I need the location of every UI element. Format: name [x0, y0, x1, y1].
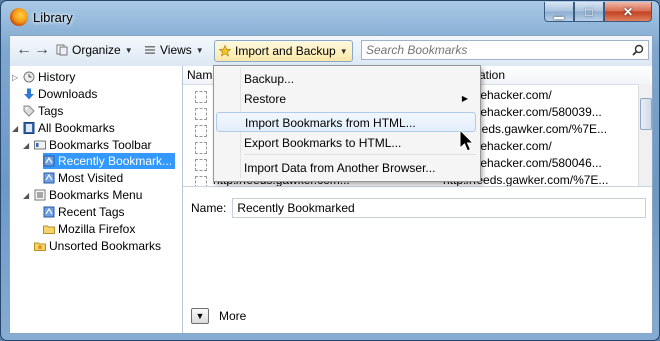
sidebar-item-bookmarks-menu[interactable]: ◢ Bookmarks Menu	[23, 187, 142, 203]
caption-buttons: ▁ □ ✕	[544, 2, 652, 22]
submenu-arrow-icon: ▶	[461, 94, 468, 103]
bookmark-page-icon	[195, 159, 207, 171]
name-field-row: Name:	[191, 198, 647, 218]
menu-item-label: Import Bookmarks from HTML...	[245, 116, 416, 130]
library-toolbar: ← → Organize ▼ Views ▼ Import and Backup…	[9, 35, 653, 67]
sidebar-item-label: Recently Bookmark...	[58, 154, 173, 168]
sidebar-item-most-visited[interactable]: Most Visited	[43, 170, 123, 186]
sidebar-item-label: Bookmarks Toolbar	[49, 138, 152, 152]
sidebar-item-mozilla-firefox[interactable]: Mozilla Firefox	[43, 221, 135, 237]
import-backup-label: Import and Backup	[235, 44, 336, 58]
views-label: Views	[160, 43, 192, 57]
sidebar-item-label: History	[38, 70, 76, 84]
star-icon	[219, 45, 231, 57]
smart-folder-icon	[43, 172, 55, 184]
import-backup-menu: Backup... Restore ▶ Import Bookmarks fro…	[213, 65, 481, 182]
menu-item-label: Restore	[244, 92, 287, 106]
forward-button[interactable]: →	[34, 40, 50, 60]
chevron-down-icon: ▼	[195, 45, 204, 55]
name-field[interactable]	[232, 198, 647, 218]
window-title: Library	[33, 10, 73, 25]
menu-item-label: Import Data from Another Browser...	[244, 161, 436, 175]
forward-arrow-icon: →	[34, 41, 50, 58]
clock-icon	[23, 71, 35, 83]
menu-item-backup[interactable]: Backup...	[216, 69, 476, 89]
sidebar-item-recent-tags[interactable]: Recent Tags	[43, 204, 125, 220]
title-bar[interactable]: Library ▁ □ ✕	[1, 1, 659, 35]
sidebar-item-bookmarks-toolbar[interactable]: ◢ Bookmarks Toolbar	[23, 137, 152, 153]
sidebar-item-unsorted-bookmarks[interactable]: Unsorted Bookmarks	[34, 238, 161, 254]
smart-folder-icon	[43, 206, 55, 218]
name-label: Name:	[191, 201, 227, 215]
download-arrow-icon	[24, 88, 34, 100]
sidebar-item-all-bookmarks[interactable]: ◢ All Bookmarks	[12, 120, 115, 136]
search-input[interactable]	[362, 41, 620, 59]
sidebar-item-label: Bookmarks Menu	[49, 188, 143, 202]
bookmark-location: //lifehacker.com/580046...	[465, 156, 602, 170]
more-label: More	[219, 309, 247, 323]
toolbar-icon	[34, 140, 46, 150]
bookmark-page-icon	[195, 125, 207, 137]
menu-item-label: Backup...	[244, 72, 295, 86]
places-sidebar: ▷ History Downloads Tags ◢ All Bookmarks…	[10, 66, 183, 333]
minimize-button[interactable]: ▁	[544, 2, 574, 22]
chevron-down-icon: ▼	[124, 45, 133, 55]
sidebar-item-label: Most Visited	[58, 171, 124, 185]
smart-folder-icon	[43, 155, 55, 167]
chevron-down-icon: ▼	[339, 46, 348, 56]
scrollbar-thumb[interactable]	[640, 98, 652, 130]
folder-icon	[43, 225, 55, 234]
sidebar-item-label: Mozilla Firefox	[58, 222, 136, 236]
sidebar-item-label: Unsorted Bookmarks	[49, 239, 162, 253]
bookmark-page-icon	[195, 142, 207, 154]
column-header-location[interactable]: ation	[467, 66, 650, 85]
views-icon	[145, 46, 155, 54]
firefox-icon	[10, 8, 28, 26]
bookmark-location: //lifehacker.com/580039...	[465, 105, 602, 119]
chevron-down-icon[interactable]: ▼	[191, 308, 209, 324]
expand-arrow-icon[interactable]: ▷	[12, 73, 20, 82]
menu-item-import-browser[interactable]: Import Data from Another Browser...	[216, 158, 476, 178]
sidebar-item-recently-bookmarked[interactable]: Recently Bookmark...	[43, 153, 176, 169]
mouse-cursor-icon	[459, 129, 475, 152]
bookmark-page-icon	[195, 176, 207, 186]
list-scrollbar[interactable]	[638, 84, 652, 186]
search-box	[361, 40, 649, 60]
bookmark-page-icon	[195, 91, 207, 103]
bookmark-page-icon	[195, 108, 207, 120]
sidebar-item-label: Tags	[38, 104, 64, 118]
collapse-arrow-icon[interactable]: ◢	[23, 141, 31, 150]
views-button[interactable]: Views ▼	[144, 40, 204, 60]
menu-item-export-html[interactable]: Export Bookmarks to HTML...	[216, 133, 476, 153]
search-icon[interactable]	[632, 44, 644, 56]
organize-label: Organize	[72, 43, 121, 57]
folder-star-icon	[34, 242, 46, 251]
bookmarks-icon	[23, 122, 35, 134]
more-toggle[interactable]: ▼ More	[191, 308, 246, 324]
menu-item-label: Export Bookmarks to HTML...	[244, 136, 402, 150]
sidebar-item-label: Recent Tags	[58, 205, 125, 219]
sidebar-item-history[interactable]: ▷ History	[12, 69, 75, 85]
collapse-arrow-icon[interactable]: ◢	[23, 191, 31, 200]
collapse-arrow-icon[interactable]: ◢	[12, 124, 20, 133]
back-button[interactable]: ←	[16, 40, 32, 60]
sidebar-item-tags[interactable]: Tags	[23, 103, 63, 119]
tag-icon	[23, 105, 35, 117]
back-arrow-icon: ←	[16, 41, 32, 58]
menu-item-import-html[interactable]: Import Bookmarks from HTML...	[216, 112, 476, 132]
organize-button[interactable]: Organize ▼	[56, 40, 133, 60]
sidebar-item-label: All Bookmarks	[38, 121, 115, 135]
sidebar-item-label: Downloads	[38, 87, 98, 101]
menu-icon	[34, 189, 46, 201]
sidebar-item-downloads[interactable]: Downloads	[23, 86, 97, 102]
library-window: Library ▁ □ ✕ ← → Organize ▼ Views ▼ Imp…	[0, 0, 660, 341]
menu-separator	[244, 154, 476, 155]
menu-item-restore[interactable]: Restore ▶	[216, 89, 476, 109]
bookmark-location: //feeds.gawker.com/%7E...	[465, 122, 608, 136]
close-button[interactable]: ✕	[604, 2, 652, 22]
organize-icon	[56, 44, 68, 56]
maximize-button[interactable]: □	[574, 2, 604, 22]
import-backup-button[interactable]: Import and Backup ▼	[214, 40, 353, 62]
